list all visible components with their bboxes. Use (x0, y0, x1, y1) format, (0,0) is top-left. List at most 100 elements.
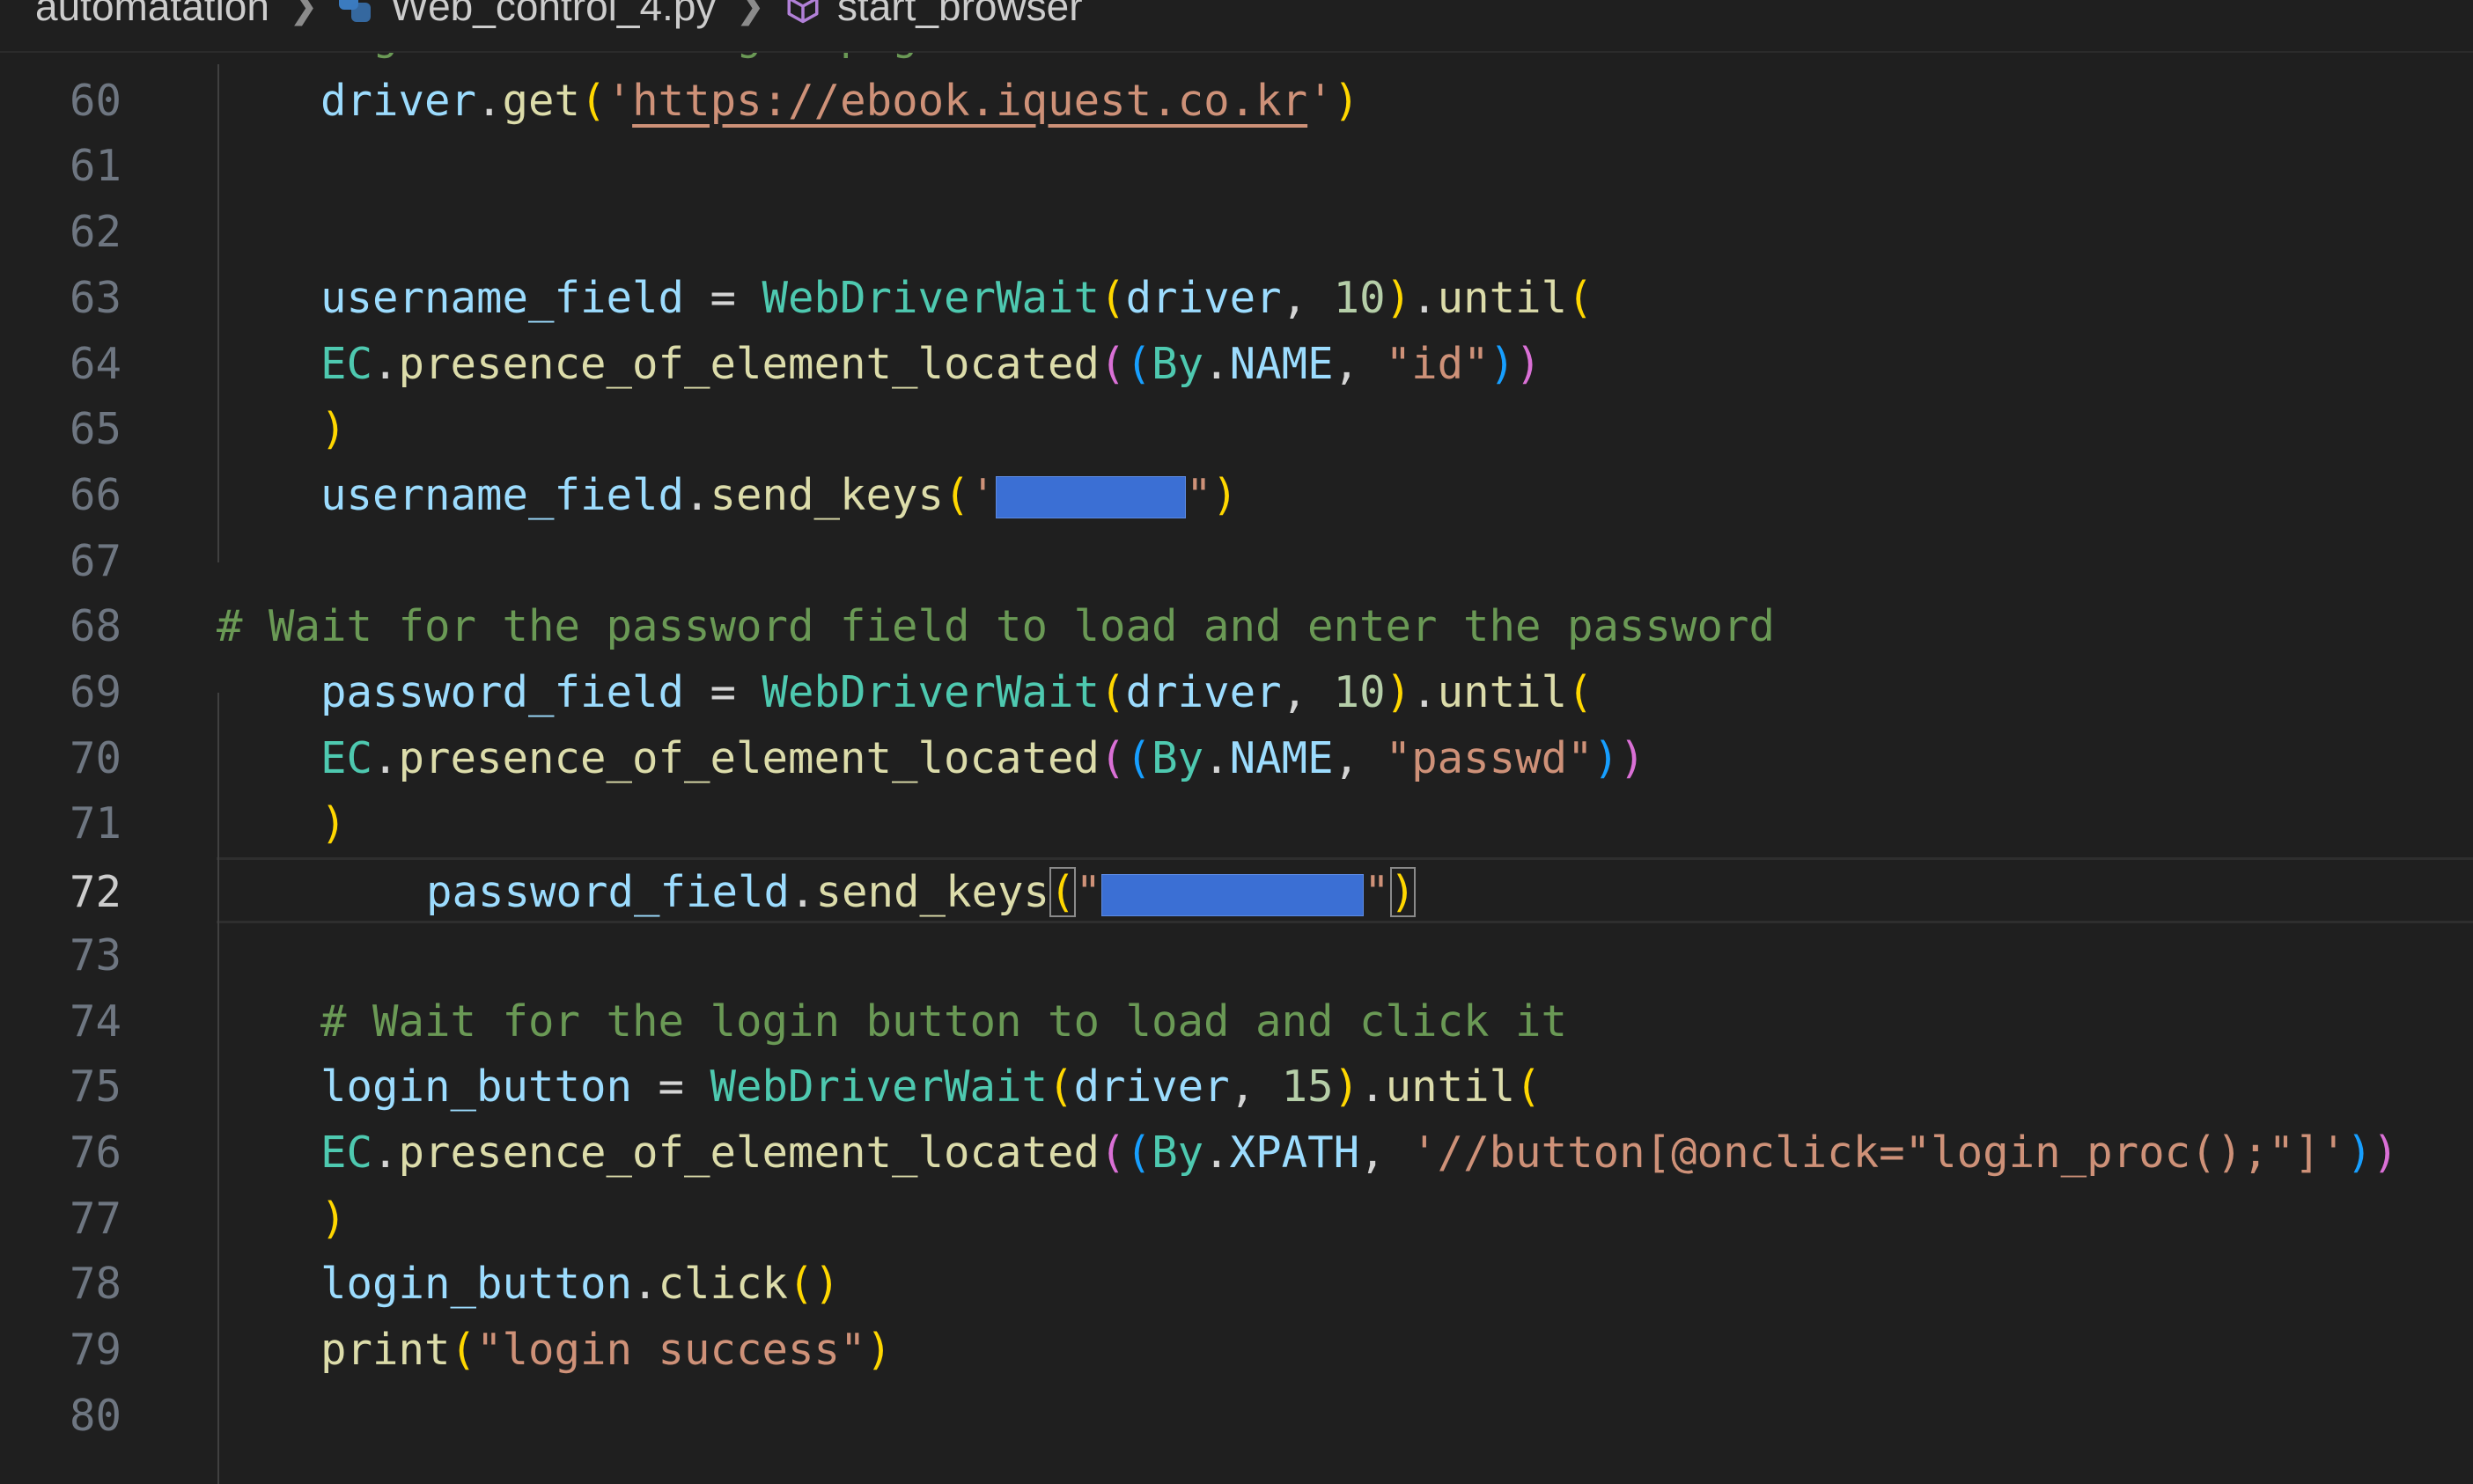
matched-bracket: ( (1049, 867, 1076, 918)
code-token: driver (320, 75, 477, 126)
code-token: " (1364, 867, 1390, 918)
code-token: ) (1211, 469, 1239, 520)
code-token: " (1075, 867, 1102, 918)
code-line[interactable]: 74 # Wait for the login button to load a… (0, 989, 2473, 1055)
code-token: . (476, 75, 503, 126)
code-token: ) (1333, 75, 1360, 126)
line-number: 70 (69, 732, 121, 783)
code-token: ( (1567, 272, 1593, 323)
code-token: until (1437, 667, 1568, 717)
code-token: # Wait for the login button to load and … (320, 995, 1568, 1047)
line-number: 72 (69, 867, 121, 918)
code-token: ( (1048, 1062, 1074, 1113)
code-line[interactable]: 67 (0, 529, 2473, 595)
line-number: 79 (69, 1325, 121, 1375)
code-token: 10 (1333, 667, 1386, 717)
code-text: ) (217, 1186, 347, 1253)
code-token: XPATH (1229, 1127, 1360, 1178)
code-text: EC.presence_of_element_located((By.NAME,… (217, 726, 1645, 792)
breadcrumb-file[interactable]: Web_control_4.py (390, 0, 716, 30)
code-token: send_keys (710, 469, 945, 520)
code-line[interactable]: 76 EC.presence_of_element_located((By.XP… (0, 1120, 2473, 1186)
line-number: 65 (69, 404, 121, 455)
code-line[interactable]: 77 ) (0, 1186, 2473, 1253)
code-token: = (684, 667, 762, 717)
code-line[interactable]: 78 login_button.click() (0, 1252, 2473, 1318)
code-token: until (1437, 272, 1568, 323)
code-line[interactable]: 72 password_field.send_keys(" ") (70, 857, 2473, 926)
code-text: password_field.send_keys(" ") (322, 860, 1417, 926)
line-number: 60 (69, 75, 121, 126)
code-token: password_field (426, 867, 791, 918)
code-token: EC (320, 732, 373, 783)
code-line[interactable]: 61 (0, 134, 2473, 200)
line-number: 73 (69, 929, 121, 981)
code-line[interactable]: 71 ) (0, 791, 2473, 857)
line-number: 78 (69, 1259, 121, 1310)
breadcrumb-symbol[interactable]: start_browser (837, 0, 1083, 30)
code-text: driver.get('https://ebook.iquest.co.kr') (217, 69, 1359, 135)
line-number: 67 (69, 535, 121, 586)
code-token: ( (1100, 338, 1126, 389)
indent-guide (217, 64, 219, 562)
code-token: ( (1125, 732, 1152, 783)
code-token: . (1411, 272, 1438, 323)
code-text: # Wait for the login button to load and … (217, 989, 1567, 1055)
code-token: . (1203, 338, 1230, 389)
code-token: . (790, 867, 816, 918)
code-token: ( (1100, 1127, 1126, 1178)
code-token: . (632, 1259, 659, 1310)
code-token: , (1333, 338, 1386, 389)
code-token: WebDriverWait (710, 1062, 1049, 1113)
code-token: "id" (1385, 338, 1490, 389)
code-line[interactable]: 64 EC.presence_of_element_located((By.NA… (0, 332, 2473, 398)
python-file-icon (337, 0, 372, 24)
code-token: WebDriverWait (762, 272, 1100, 323)
code-line[interactable]: 75 login_button = WebDriverWait(driver, … (0, 1054, 2473, 1120)
code-token: login_button (320, 1259, 633, 1310)
code-line[interactable]: 63 username_field = WebDriverWait(driver… (0, 266, 2473, 332)
code-line[interactable]: 70 EC.presence_of_element_located((By.NA… (0, 726, 2473, 792)
line-number: 66 (69, 469, 121, 520)
code-token: . (1411, 667, 1438, 717)
code-token: 10 (1333, 272, 1386, 323)
code-editor[interactable]: 59# navigate to the login page60 driver.… (0, 0, 2473, 1484)
line-number: 69 (69, 667, 121, 717)
code-line[interactable]: 69 password_field = WebDriverWait(driver… (0, 660, 2473, 726)
code-text: ) (217, 397, 347, 463)
code-text: login_button.click() (217, 1252, 840, 1318)
code-text: login_button = WebDriverWait(driver, 15)… (217, 1054, 1542, 1120)
code-token: ) (2372, 1127, 2399, 1178)
code-line[interactable]: 79 print("login success") (0, 1318, 2473, 1384)
code-line[interactable]: 80 (0, 1384, 2473, 1450)
code-line[interactable]: 62 (0, 200, 2473, 266)
code-line[interactable]: 68 # Wait for the password field to load … (0, 594, 2473, 660)
breadcrumb-folder[interactable]: automatation (35, 0, 269, 30)
code-token: = (684, 272, 762, 323)
code-token: , (1229, 1062, 1282, 1113)
code-line[interactable]: 65 ) (0, 397, 2473, 463)
code-token: ) (320, 798, 347, 849)
line-number: 76 (69, 1127, 121, 1178)
code-token: . (1359, 1062, 1386, 1113)
code-text: ) (217, 791, 347, 857)
chevron-right-icon: ❯ (288, 0, 319, 26)
code-text: username_field.send_keys(' ") (217, 463, 1238, 529)
chevron-right-icon: ❯ (735, 0, 765, 26)
matched-bracket: ) (1389, 867, 1417, 918)
code-token: ) (1619, 732, 1645, 783)
code-text: EC.presence_of_element_located((By.XPATH… (217, 1120, 2398, 1186)
line-number: 61 (69, 141, 121, 192)
line-number: 63 (69, 272, 121, 323)
code-token: , (1281, 667, 1334, 717)
code-token: . (372, 338, 399, 389)
code-line[interactable]: 66 username_field.send_keys(' ") (0, 463, 2473, 529)
code-token: password_field (320, 667, 685, 717)
code-token: ( (944, 469, 970, 520)
code-token: # Wait for the password field to load an… (217, 601, 1776, 652)
code-token: = (632, 1062, 710, 1113)
code-line[interactable]: 60 driver.get('https://ebook.iquest.co.k… (0, 69, 2473, 135)
code-line[interactable]: 73 (0, 923, 2473, 989)
code-token: "login success" (476, 1325, 866, 1375)
code-token: driver (1073, 1062, 1230, 1113)
